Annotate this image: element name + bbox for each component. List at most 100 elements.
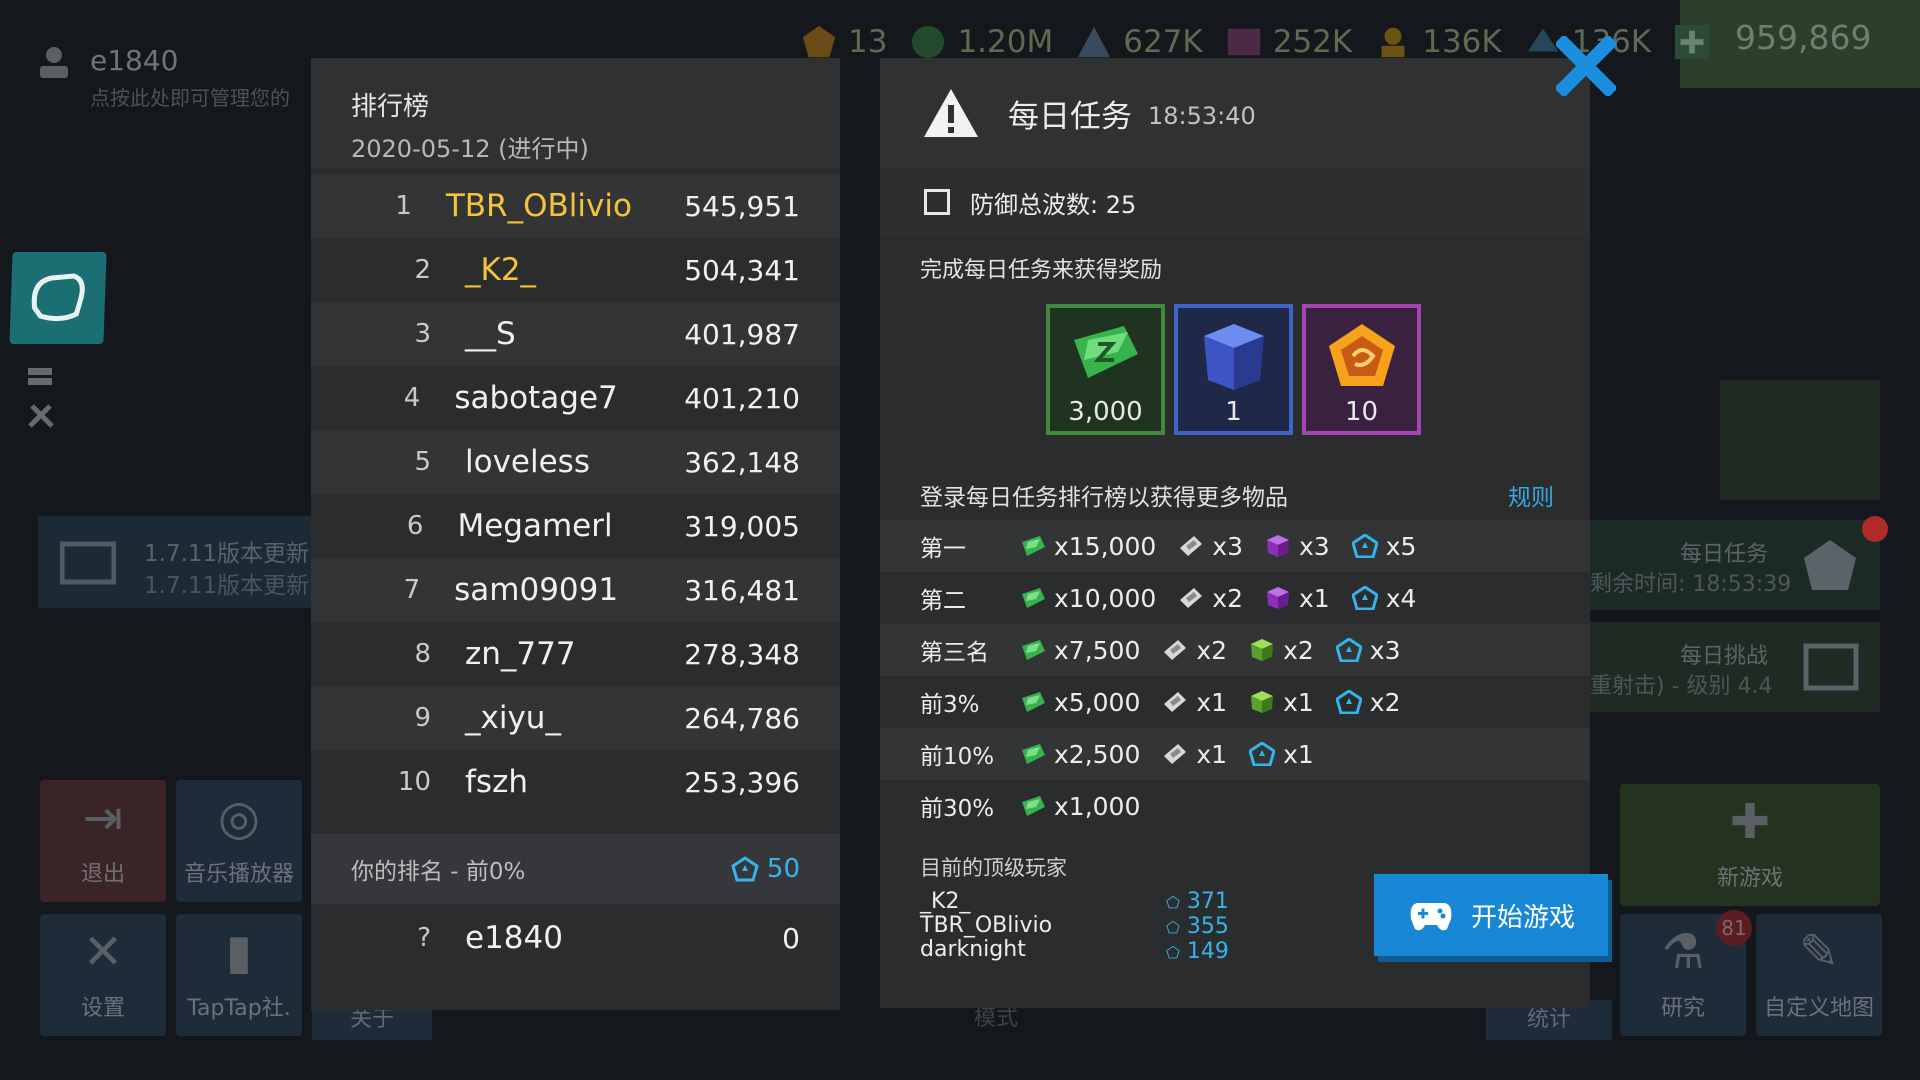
close-icon[interactable]: [1556, 36, 1616, 96]
player-score: 504,341: [684, 253, 800, 287]
tier-reward-item: x15,000: [1020, 532, 1156, 561]
settings-tile[interactable]: ✕ 设置: [40, 914, 166, 1036]
reward-card[interactable]: 1: [1174, 304, 1293, 435]
leaderboard-row[interactable]: 2 _K2_ 504,341: [311, 238, 840, 302]
tier-reward-item: x3: [1335, 636, 1400, 665]
player-score: 253,396: [684, 765, 800, 799]
daily-quest-card[interactable]: 每日任务 剩余时间: 18:53:39: [1580, 520, 1880, 610]
reward-card[interactable]: 10: [1302, 304, 1421, 435]
resource-item: 627K: [1075, 23, 1203, 61]
tier-reward-item: x1: [1249, 740, 1314, 769]
stack-icon[interactable]: [26, 364, 56, 390]
daily-challenge-label: 每日挑战: [1680, 644, 1769, 669]
mode-label: 模式: [973, 1006, 1018, 1031]
leaderboard-row[interactable]: 8 zn_777 278,348: [311, 622, 840, 686]
tier-label: 第三名: [920, 640, 989, 666]
ticket-icon: [1164, 640, 1187, 660]
update-news-card[interactable]: 1.7.11版本更新 1.7.11版本更新: [38, 516, 318, 608]
leaderboard-list[interactable]: 1 TBR_OBlivio 545,951 2 _K2_ 504,341 3 __S 401,9…: [311, 174, 840, 818]
leaderboard-row[interactable]: 4 sabotage7 401,210: [311, 366, 840, 430]
green-paper-icon: [1022, 692, 1045, 712]
gold-pentagon-icon: [1328, 324, 1395, 386]
top-player-points-row: ⬠ 355: [1166, 915, 1229, 940]
cyan-medal-icon: [731, 856, 759, 882]
reward-amount: 1: [1225, 397, 1242, 427]
tier-reward-qty: x2: [1196, 635, 1228, 665]
tier-reward-item: x4: [1351, 583, 1417, 613]
plus-icon[interactable]: [1673, 23, 1711, 61]
green-paper-icon: [1022, 744, 1045, 764]
tier-reward-item: x1: [1249, 688, 1314, 717]
leaderboard-row[interactable]: 9 _xiyu_ 264,786: [311, 686, 840, 750]
leaderboard-row[interactable]: 3 __S 401,987: [311, 302, 840, 366]
taptap-icon: ▮: [225, 924, 253, 980]
tier-reward-item: x2: [1178, 584, 1243, 613]
new-game-label: 新游戏: [1716, 866, 1783, 891]
rank-number: 1: [395, 191, 412, 221]
leaderboard-row[interactable]: 5 loveless 362,148: [311, 430, 840, 494]
tools-icon[interactable]: [26, 400, 56, 430]
resource-value: 13: [848, 24, 888, 60]
exit-icon: ⇥: [82, 790, 124, 846]
cyan-medal-icon: ⬠: [1166, 943, 1180, 962]
green-paper-icon: [1022, 588, 1045, 608]
tier-reward-item: x5,000: [1020, 688, 1140, 717]
custom-map-tile[interactable]: ✎ 自定义地图: [1756, 914, 1882, 1036]
resource-value: 1.20M: [957, 24, 1054, 60]
striped-resource-icon: [1227, 28, 1260, 56]
tier-label: 第一: [920, 536, 966, 562]
music-player-tile[interactable]: ◎ 音乐播放器: [176, 780, 302, 902]
cyan-medal-icon: ⬠: [1166, 893, 1180, 912]
tier-reward-qty: x7,500: [1054, 635, 1141, 665]
tier-label: 前3%: [920, 692, 980, 718]
rules-link[interactable]: 规则: [1508, 478, 1554, 512]
rank-number: 6: [406, 511, 424, 541]
leaderboard-title: 排行榜: [351, 92, 430, 122]
green-crate-icon: [1251, 691, 1274, 713]
gamepad-icon: ✚: [1729, 794, 1771, 850]
ticket-icon: [1180, 536, 1203, 556]
task-checkbox: [924, 189, 950, 215]
rank-number: 10: [397, 767, 431, 797]
blue-crate-icon: [1203, 324, 1264, 390]
tier-reward-qty: x4: [1385, 583, 1417, 613]
player-name: __S: [465, 316, 516, 352]
leaderboard-row[interactable]: 6 Megamerl 319,005: [311, 494, 840, 558]
purple-crate-icon: [1266, 535, 1289, 557]
leaderboard-row[interactable]: 1 TBR_OBlivio 545,951: [311, 174, 840, 238]
player-score: 319,005: [684, 509, 800, 543]
map-preview-thumb[interactable]: [1720, 380, 1880, 500]
tier-label: 第二: [920, 588, 966, 614]
research-label: 研究: [1660, 996, 1705, 1021]
gold-pentagon-icon: [802, 25, 836, 58]
leaderboard-date: 2020-05-12 (进行中): [351, 135, 589, 163]
green-crate-icon: [1251, 639, 1274, 661]
resource-item: 1.20M: [909, 23, 1053, 61]
new-game-tile[interactable]: ✚ 新游戏: [1620, 784, 1880, 906]
start-game-button[interactable]: 开始游戏: [1374, 874, 1608, 956]
leaderboard-row[interactable]: 7 sam09091 316,481: [311, 558, 840, 622]
reward-tier-row: 第一 x15,000 x3 x3 x5: [880, 520, 1590, 572]
tier-label: 前30%: [920, 796, 995, 822]
start-game-label: 开始游戏: [1470, 902, 1575, 933]
taptap-tile[interactable]: ▮ TapTap社.: [176, 914, 302, 1036]
player-score: 362,148: [684, 445, 800, 479]
username: e1840: [90, 44, 179, 77]
reward-card[interactable]: 3,000: [1046, 304, 1165, 435]
player-name: zn_777: [465, 636, 576, 672]
music-disc-icon: ◎: [218, 790, 260, 846]
tier-reward-qty: x1: [1298, 583, 1330, 613]
tier-reward-item: x1: [1162, 688, 1227, 717]
tier-reward-item: x5: [1351, 532, 1416, 561]
daily-quest-panel: 每日任务 18:53:40 防御总波数: 25 完成每日任务来获得奖励 3,00…: [880, 58, 1590, 1008]
top-player-name: _K2_: [920, 889, 971, 914]
side-main-button[interactable]: [9, 252, 107, 344]
leaderboard-row[interactable]: 10 fszh 253,396: [311, 750, 840, 814]
calendar-icon: [1803, 643, 1859, 691]
custom-map-label: 自定义地图: [1763, 996, 1874, 1021]
money-value: 959,869: [1735, 18, 1872, 57]
tier-reward-item: x1: [1265, 584, 1330, 613]
exit-tile[interactable]: ⇥ 退出: [40, 780, 166, 902]
daily-challenge-card[interactable]: 每日挑战 重射击) - 级别 4.4: [1580, 622, 1880, 712]
daily-quest-card-time: 剩余时间: 18:53:39: [1590, 572, 1792, 597]
